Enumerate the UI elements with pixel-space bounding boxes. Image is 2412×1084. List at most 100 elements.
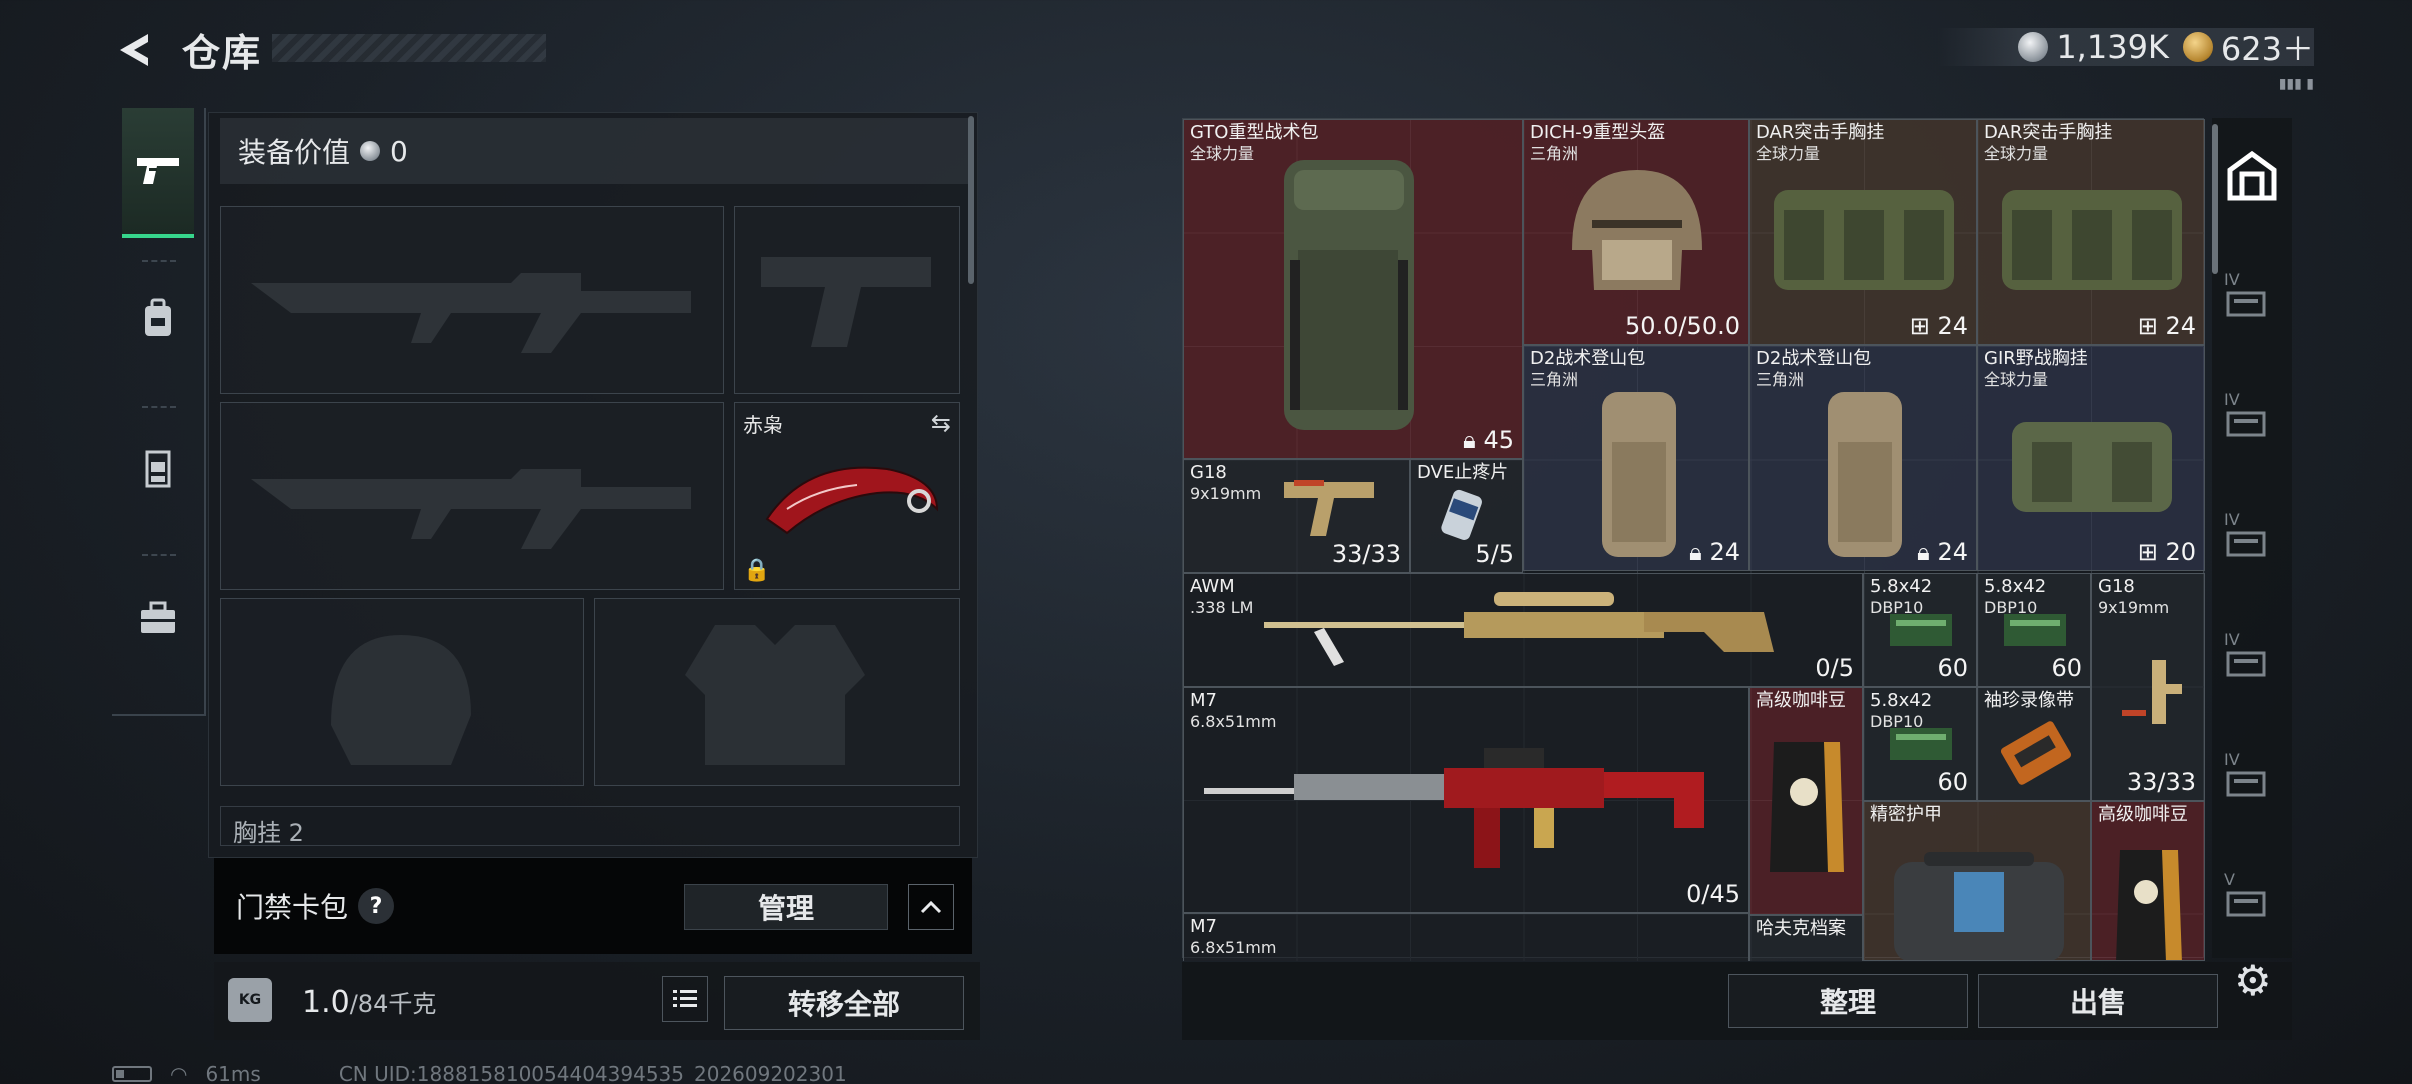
inventory-item-dar-chest-rig-1[interactable]: DAR突击手胸挂 全球力量 ⊞ 24	[1749, 119, 1977, 345]
inventory-item-d2-backpack-1[interactable]: D2战术登山包 三角洲 🔒︎ 24	[1523, 345, 1749, 571]
slots-icon: ⊞	[2137, 538, 2158, 566]
inventory-item-premium-coffee-1[interactable]: 高级咖啡豆	[1749, 687, 1863, 915]
gold-coin-icon	[2182, 32, 2213, 62]
loadout-scrollbar[interactable]	[968, 116, 974, 284]
help-icon[interactable]: ?	[358, 888, 395, 924]
currency-silver[interactable]: 1,139K	[2018, 28, 2169, 66]
tab-storage-5[interactable]: IV	[2224, 630, 2280, 690]
uid-text: CN UID:188815810054404394535_20260920230…	[338, 1062, 847, 1084]
rifle-silhouette-icon	[251, 469, 691, 549]
weight-icon: KG	[228, 978, 272, 1022]
list-view-button[interactable]	[662, 976, 708, 1022]
silver-coin-icon	[360, 141, 381, 161]
capacity-icon: 🔒︎	[1917, 538, 1930, 566]
backpack-icon	[145, 298, 171, 336]
transfer-all-button[interactable]: 转移全部	[724, 976, 964, 1030]
weight-current: 1.0	[302, 985, 350, 1020]
inventory-item-awm-rifle[interactable]: AWM .338 LM 0/5	[1183, 573, 1863, 687]
coffee-bag-icon	[2116, 850, 2182, 960]
inventory-item-dve-painkiller[interactable]: DVE止疼片 5/5	[1410, 459, 1523, 573]
keycard-pack-bar: 门禁卡包 ? 管理	[214, 858, 972, 954]
helmet-slot[interactable]	[220, 598, 584, 786]
swap-icon[interactable]: ⇆	[931, 409, 951, 437]
sell-button[interactable]: 出售	[1978, 974, 2218, 1028]
inventory-item-m7-rifle-2[interactable]: M7 6.8x51mm	[1183, 913, 1749, 961]
backpack-art-icon	[1828, 392, 1902, 557]
sidearm-slot[interactable]	[734, 206, 960, 394]
inventory-item-g18-pistol[interactable]: G18 9x19mm 33/33	[1183, 459, 1410, 573]
inventory-item-m7-rifle[interactable]: M7 6.8x51mm 0/45	[1183, 687, 1749, 913]
weight-max: /84千克	[349, 990, 437, 1018]
storage-scrollbar[interactable]	[2212, 124, 2218, 274]
chest-rig-art-icon	[2012, 422, 2172, 512]
keycard-pack-label: 门禁卡包	[236, 891, 349, 924]
capacity-icon: 🔒︎	[1689, 538, 1702, 566]
briefcase-icon	[141, 601, 175, 633]
melee-slot[interactable]: 赤枭 ⇆ 🔒	[734, 402, 960, 590]
inventory-item-gir-chest-rig[interactable]: GIR野战胸挂 全球力量 ⊞ 20	[1977, 345, 2205, 571]
inventory-item-ammo-58-3[interactable]: 5.8x42 DBP10 60	[1863, 687, 1977, 801]
tab-vest[interactable]	[122, 418, 194, 518]
slots-icon: ⊞	[1909, 312, 1930, 340]
equipment-value: 0	[390, 134, 408, 168]
slots-icon: ⊞	[2137, 312, 2158, 340]
vault-icon	[2227, 150, 2277, 201]
karambit-knife-icon	[765, 466, 939, 535]
page-title: 仓库	[182, 31, 263, 75]
coffee-bag-icon	[1770, 742, 1844, 872]
inventory-item-pocket-videotape[interactable]: 袖珍录像带	[1977, 687, 2091, 801]
tab-case[interactable]	[122, 568, 194, 668]
pistol-silhouette-icon	[761, 257, 931, 347]
rifle-silhouette-icon	[251, 273, 691, 353]
armor-slot[interactable]	[594, 598, 960, 786]
inventory-item-d2-backpack-2[interactable]: D2战术登山包 三角洲 🔒︎ 24	[1749, 345, 1977, 571]
collapse-button[interactable]	[908, 884, 954, 930]
tab-storage-4[interactable]: IV	[2224, 510, 2280, 570]
pistol-icon	[137, 158, 179, 184]
currency-note: ▮▮▮ ▮	[2278, 76, 2314, 92]
helmet-art-icon	[1572, 170, 1702, 290]
pistol-art-icon	[2122, 660, 2182, 724]
inventory-item-dich9-helmet[interactable]: DICH-9重型头盔 三角洲 50.0/50.0	[1523, 119, 1749, 345]
currency-display: 1,139K 623＋	[1938, 28, 2314, 68]
gold-amount: 623＋	[2220, 30, 2314, 68]
inventory-item-premium-coffee-2[interactable]: 高级咖啡豆	[2091, 801, 2205, 961]
back-button[interactable]	[112, 28, 156, 72]
storage-tier-icon	[2226, 651, 2266, 677]
inventory-item-dar-chest-rig-2[interactable]: DAR突击手胸挂 全球力量 ⊞ 24	[1977, 119, 2205, 345]
inventory-item-haavk-archive[interactable]: 哈夫克档案	[1749, 915, 1863, 961]
pistol-art-icon	[1284, 480, 1374, 536]
vest-icon	[145, 450, 171, 488]
secondary-weapon-slot[interactable]	[220, 402, 724, 590]
armor-case-icon	[1894, 852, 2064, 960]
settings-gear-icon[interactable]: ⚙	[2234, 956, 2272, 1005]
inventory-item-ammo-58-2[interactable]: 5.8x42 DBP10 60	[1977, 573, 2091, 687]
inventory-item-gto-backpack[interactable]: GTO重型战术包 全球力量 🔒︎ 45	[1183, 119, 1523, 459]
title-decoration	[272, 34, 546, 62]
tab-vault[interactable]	[2224, 148, 2280, 208]
battery-icon	[112, 1066, 152, 1082]
melee-name: 赤枭	[743, 413, 783, 437]
chevron-up-icon	[920, 900, 942, 914]
ping-value: 61ms	[205, 1062, 261, 1084]
manage-button[interactable]: 管理	[684, 884, 888, 930]
inventory-item-ammo-58-1[interactable]: 5.8x42 DBP10 60	[1863, 573, 1977, 687]
tab-storage-6[interactable]: IV	[2224, 750, 2280, 810]
capacity-icon: 🔒︎	[1463, 426, 1476, 454]
weight-readout: 1.0/84千克	[302, 984, 436, 1020]
tab-backpack[interactable]	[122, 268, 194, 368]
sort-button[interactable]: 整理	[1728, 974, 1968, 1028]
tab-storage-3[interactable]: IV	[2224, 390, 2280, 450]
tab-storage-7[interactable]: V	[2224, 870, 2280, 930]
inventory-item-precision-armor[interactable]: 精密护甲	[1863, 801, 2091, 961]
storage-tier-icon	[2226, 531, 2266, 557]
tab-weapons[interactable]	[122, 108, 194, 238]
tab-storage-2[interactable]: IV	[2224, 270, 2280, 330]
chest-rig-row[interactable]: 胸挂 2	[220, 806, 960, 846]
ammo-box-icon	[1890, 614, 1952, 646]
primary-weapon-slot[interactable]	[220, 206, 724, 394]
inventory-item-g18-pistol-2[interactable]: G18 9x19mm 33/33	[2091, 573, 2205, 801]
storage-tier-icon	[2226, 411, 2266, 437]
sniper-rifle-art-icon	[1264, 592, 1774, 666]
currency-gold[interactable]: 623＋	[2182, 24, 2314, 70]
